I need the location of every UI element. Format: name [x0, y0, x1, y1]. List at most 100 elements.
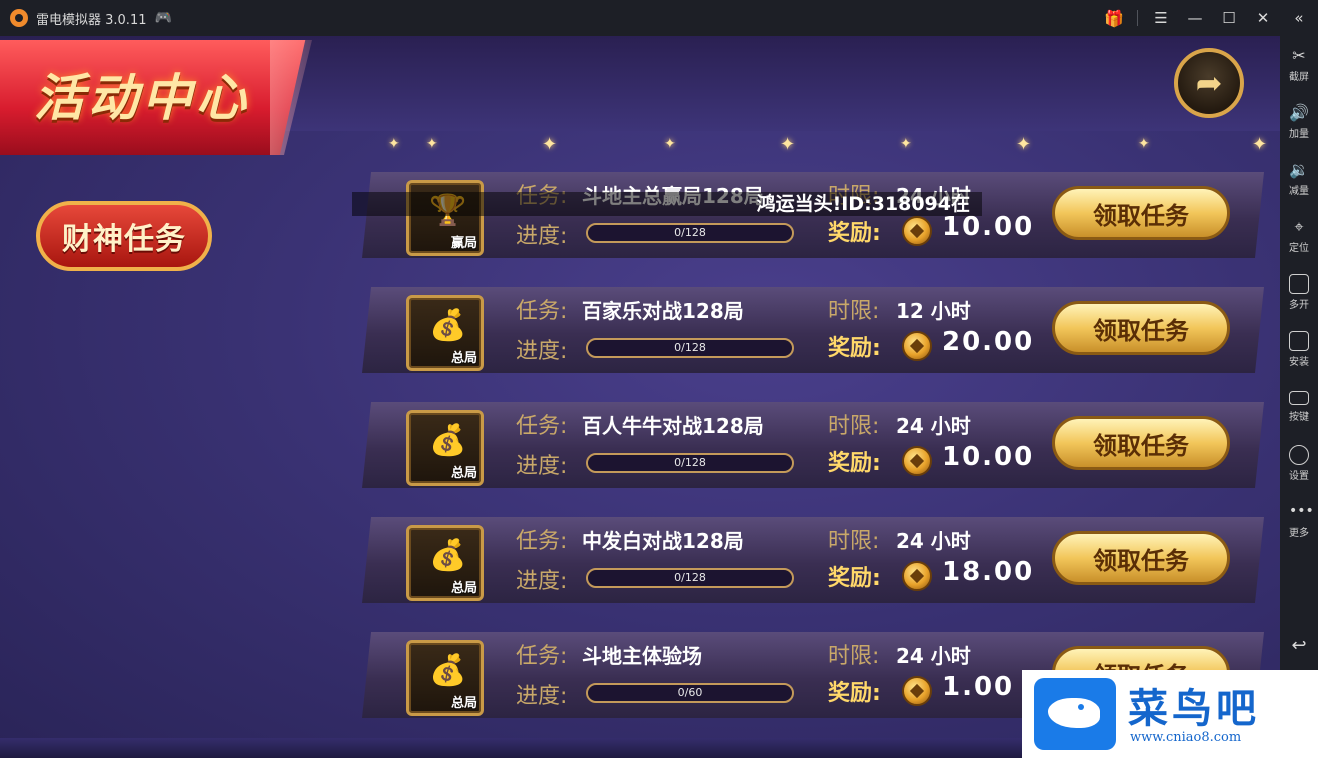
claim-task-button[interactable]: 领取任务 — [1052, 416, 1230, 470]
window-title: 雷电模拟器 3.0.11 — [36, 12, 147, 28]
window-titlebar: 雷电模拟器 3.0.11 🎮 🎁 ☰ — ☐ ✕ « — [0, 0, 1318, 36]
toolbar-screenshot[interactable]: ✂ 截屏 — [1280, 46, 1318, 83]
toolbar-label: 定位 — [1289, 243, 1309, 254]
progress-bar: 0/128 — [586, 453, 794, 473]
page-title: 活动中心 — [34, 69, 250, 127]
progress-label: 进度: — [516, 454, 568, 479]
toolbar-label: 按键 — [1289, 412, 1309, 423]
task-badge: 💰 总局 — [406, 295, 484, 371]
progress-label: 进度: — [516, 339, 568, 364]
toolbar-multi-instance[interactable]: 多开 — [1280, 274, 1318, 311]
reward-value: 1.00 — [942, 672, 1015, 702]
coin-icon — [902, 676, 932, 706]
multi-instance-icon — [1289, 274, 1309, 294]
time-limit-value: 24 小时 — [896, 644, 971, 668]
time-limit-label: 时限: — [828, 644, 880, 669]
tab-label: 财神任务 — [62, 222, 186, 257]
claim-task-button[interactable]: 领取任务 — [1052, 531, 1230, 585]
task-badge-label: 总局 — [450, 581, 477, 596]
back-icon: ↩ — [1291, 635, 1307, 656]
watermark-url: www.cniao8.com — [1130, 730, 1242, 745]
task-badge: 💰 总局 — [406, 410, 484, 486]
reward-label: 奖励: — [828, 221, 881, 246]
sparkle-icon: ✦ — [900, 136, 912, 152]
progress-bar: 0/128 — [586, 338, 794, 358]
coin-icon — [902, 446, 932, 476]
bird-logo-icon — [1034, 678, 1116, 750]
claim-task-button[interactable]: 领取任务 — [1052, 301, 1230, 355]
task-card: 💰 总局 任务: 百家乐对战128局 时限: 12 小时 进度: 0/128 奖… — [362, 287, 1264, 373]
sparkle-icon: ✦ — [780, 134, 796, 155]
reward-value: 10.00 — [942, 212, 1035, 242]
toolbar-keyboard[interactable]: 按键 — [1280, 388, 1318, 423]
sparkle-icon: ✦ — [542, 134, 558, 155]
task-badge-label: 总局 — [450, 351, 477, 366]
reward-label: 奖励: — [828, 451, 881, 476]
task-label: 任务: — [516, 529, 568, 554]
site-watermark: 菜鸟吧 www.cniao8.com — [1022, 670, 1318, 758]
progress-bar: 0/128 — [586, 568, 794, 588]
task-card: 💰 总局 任务: 百人牛牛对战128局 时限: 24 小时 进度: 0/128 … — [362, 402, 1264, 488]
reward-label: 奖励: — [828, 566, 881, 591]
gamepad-icon[interactable]: 🎮 — [154, 10, 171, 26]
toolbar-install-apk[interactable]: 安装 — [1280, 331, 1318, 368]
volume-down-icon: 🔉 — [1289, 160, 1309, 179]
progress-label: 进度: — [516, 684, 568, 709]
toolbar-location[interactable]: ⌖ 定位 — [1280, 217, 1318, 254]
toolbar-more[interactable]: ••• 更多 — [1280, 502, 1318, 539]
task-name: 百家乐对战128局 — [582, 299, 744, 323]
scissors-icon: ✂ — [1292, 46, 1306, 65]
watermark-title: 菜鸟吧 — [1128, 685, 1260, 732]
gold-ingot-icon: 💰 — [429, 423, 467, 458]
time-limit-label: 时限: — [828, 299, 880, 324]
toolbar-volume-up[interactable]: 🔊 加量 — [1280, 103, 1318, 140]
toolbar-label: 设置 — [1289, 471, 1309, 482]
task-label: 任务: — [516, 414, 568, 439]
progress-text: 0/60 — [677, 686, 703, 699]
task-name: 中发白对战128局 — [582, 529, 744, 553]
task-badge: 💰 总局 — [406, 525, 484, 601]
task-badge: 💰 总局 — [406, 640, 484, 716]
announcement-banner: 鸿运当头!ID:318094在 — [352, 192, 982, 216]
game-screen: 活动中心 ➦ 财神任务 ✦ ✦ ✦ ✦ ✦ ✦ ✦ ✦ ✦ 🏆 赢局 任务: 斗… — [0, 36, 1280, 758]
sparkle-icon: ✦ — [1138, 136, 1150, 152]
time-limit-label: 时限: — [828, 414, 880, 439]
reward-value: 20.00 — [942, 327, 1035, 357]
return-button[interactable]: ➦ — [1174, 48, 1244, 118]
reward-label: 奖励: — [828, 336, 881, 361]
close-icon[interactable]: ✕ — [1246, 0, 1280, 36]
toolbar-back[interactable]: ↩ — [1280, 636, 1318, 656]
claim-label: 领取任务 — [1093, 546, 1189, 575]
apk-install-icon — [1289, 331, 1309, 351]
coin-icon — [902, 216, 932, 246]
task-label: 任务: — [516, 644, 568, 669]
more-icon: ••• — [1289, 503, 1314, 519]
sparkle-icon: ✦ — [1016, 134, 1032, 155]
gift-icon[interactable]: 🎁 — [1097, 0, 1131, 36]
toolbar-settings[interactable]: 设置 — [1280, 445, 1318, 482]
maximize-icon[interactable]: ☐ — [1212, 0, 1246, 36]
sparkle-icon: ✦ — [664, 136, 676, 152]
claim-task-button[interactable]: 领取任务 — [1052, 186, 1230, 240]
task-name: 百人牛牛对战128局 — [582, 414, 764, 438]
gold-ingot-icon: 💰 — [429, 653, 467, 688]
claim-label: 领取任务 — [1093, 201, 1189, 230]
gold-ingot-icon: 💰 — [429, 308, 467, 343]
return-arrow-icon: ➦ — [1195, 64, 1223, 102]
progress-bar: 0/128 — [586, 223, 794, 243]
toolbar-label: 更多 — [1289, 528, 1309, 539]
minimize-icon[interactable]: — — [1178, 0, 1212, 36]
toolbar-volume-down[interactable]: 🔉 减量 — [1280, 160, 1318, 197]
tab-caishen-tasks[interactable]: 财神任务 — [36, 201, 212, 271]
task-label: 任务: — [516, 299, 568, 324]
progress-bar: 0/60 — [586, 683, 794, 703]
toolbar-label: 截屏 — [1289, 72, 1309, 83]
collapse-icon[interactable]: « — [1280, 0, 1318, 36]
time-limit-value: 12 小时 — [896, 299, 971, 323]
reward-label: 奖励: — [828, 681, 881, 706]
keyboard-icon — [1289, 391, 1309, 405]
menu-icon[interactable]: ☰ — [1144, 0, 1178, 36]
time-limit-label: 时限: — [828, 529, 880, 554]
divider — [1137, 10, 1138, 26]
progress-text: 0/128 — [674, 226, 706, 239]
